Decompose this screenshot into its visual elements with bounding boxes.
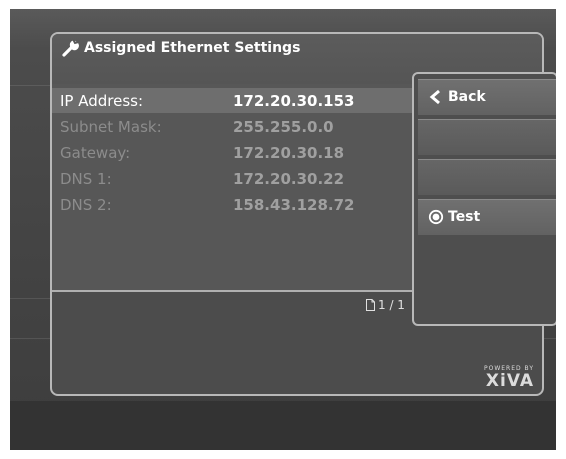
- brand-logo: POWERED BY XiVA: [484, 365, 534, 390]
- test-button[interactable]: Test: [418, 199, 556, 235]
- settings-row-dns1[interactable]: DNS 1: 172.20.30.22: [52, 166, 412, 191]
- bottom-shade: [10, 401, 556, 450]
- radio-selected-icon: [428, 209, 444, 225]
- test-button-label: Test: [448, 209, 481, 225]
- dialog-title: Assigned Ethernet Settings: [84, 40, 301, 56]
- page-icon: [366, 299, 375, 311]
- back-button[interactable]: Back: [418, 79, 556, 115]
- page-indicator-text: 1 / 1: [378, 298, 405, 312]
- row-value: 172.20.30.22: [233, 170, 345, 188]
- wrench-icon: [62, 39, 79, 57]
- page-indicator: 1 / 1: [366, 298, 405, 312]
- row-label: DNS 2:: [60, 196, 112, 214]
- settings-row-subnet-mask[interactable]: Subnet Mask: 255.255.0.0: [52, 114, 412, 139]
- settings-row-gateway[interactable]: Gateway: 172.20.30.18: [52, 140, 412, 165]
- row-value: 172.20.30.153: [233, 92, 355, 110]
- xiva-logo: XiVA: [485, 371, 534, 391]
- menu-item-empty[interactable]: [418, 119, 556, 155]
- settings-row-dns2[interactable]: DNS 2: 158.43.128.72: [52, 192, 412, 217]
- side-menu: Back Test: [412, 72, 556, 326]
- settings-row-ip-address[interactable]: IP Address: 172.20.30.153: [52, 88, 412, 113]
- row-value: 158.43.128.72: [233, 196, 355, 214]
- row-value: 255.255.0.0: [233, 118, 334, 136]
- row-label: DNS 1:: [60, 170, 112, 188]
- chevron-left-icon: [429, 89, 440, 105]
- footer-divider: [52, 290, 412, 292]
- back-button-label: Back: [448, 89, 486, 105]
- row-label: Subnet Mask:: [60, 118, 162, 136]
- settings-list: IP Address: 172.20.30.153 Subnet Mask: 2…: [52, 84, 412, 290]
- row-value: 172.20.30.18: [233, 144, 345, 162]
- ethernet-settings-dialog: Assigned Ethernet Settings IP Address: 1…: [50, 32, 556, 396]
- row-label: Gateway:: [60, 144, 131, 162]
- tv-screen: Assigned Ethernet Settings IP Address: 1…: [10, 9, 556, 450]
- menu-item-empty[interactable]: [418, 159, 556, 195]
- row-label: IP Address:: [60, 92, 144, 110]
